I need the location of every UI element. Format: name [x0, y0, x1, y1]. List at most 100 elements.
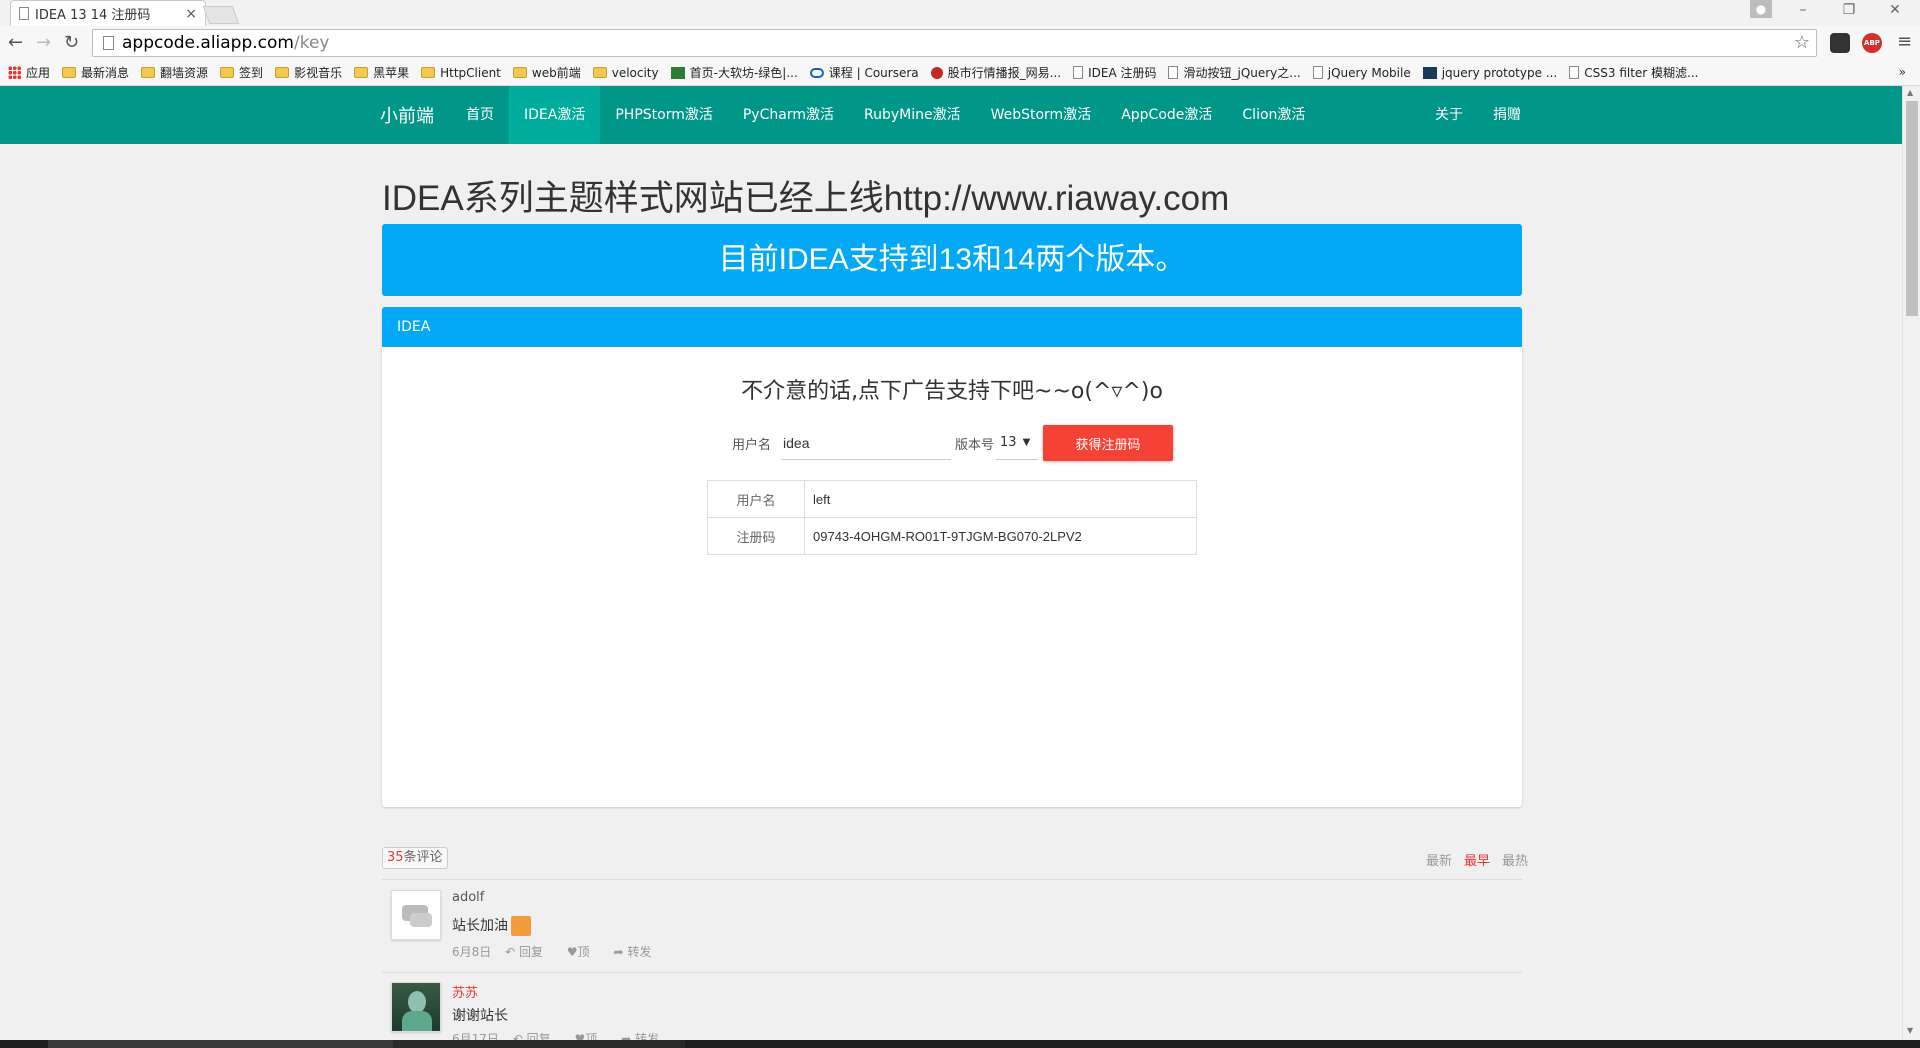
bookmark-item[interactable]: 影视音乐 — [275, 64, 342, 81]
taskbar — [0, 1040, 1920, 1048]
bookmark-item[interactable]: IDEA 注册码 — [1073, 64, 1156, 81]
avatar[interactable] — [391, 982, 441, 1032]
close-window-icon[interactable]: ✕ — [1880, 2, 1910, 22]
username-input[interactable] — [781, 426, 952, 460]
bookmark-label: 首页-大软坊-绿色|... — [689, 66, 798, 80]
table-row: 用户名 left — [707, 480, 1197, 518]
comment-text: 谢谢站长 — [452, 1008, 508, 1024]
bookmark-item[interactable]: web前端 — [512, 64, 581, 81]
nav-webstorm[interactable]: WebStorm激活 — [976, 86, 1107, 144]
nav-home[interactable]: 首页 — [451, 86, 509, 144]
nav-about[interactable]: 关于 — [1420, 86, 1478, 144]
bookmark-item[interactable]: velocity — [592, 66, 659, 80]
restore-icon[interactable]: ❐ — [1834, 2, 1864, 22]
bookmark-item[interactable]: 签到 — [220, 64, 263, 81]
share-link[interactable]: ➦ 转发 — [613, 945, 661, 959]
ad-support-text: 不介意的话,点下广告支持下吧~~o(^▿^)o — [741, 379, 1163, 404]
url-path: /key — [293, 33, 330, 53]
page-info-icon[interactable] — [103, 36, 114, 50]
browser-tab[interactable]: IDEA 13 14 注册码 × — [10, 0, 206, 26]
site-icon — [670, 66, 685, 79]
sort-oldest[interactable]: 最早 — [1464, 850, 1490, 869]
bookmark-label: 签到 — [239, 66, 264, 80]
extension-icon[interactable] — [1830, 33, 1850, 53]
nav-idea[interactable]: IDEA激活 — [509, 86, 601, 144]
nav-donate[interactable]: 捐赠 — [1478, 86, 1536, 144]
bookmark-label: IDEA 注册码 — [1088, 66, 1157, 80]
like-link[interactable]: ♥顶 — [567, 945, 600, 959]
bookmark-item[interactable]: 课程 | Coursera — [809, 64, 919, 81]
browser-tabbar: IDEA 13 14 注册码 × ● – ❐ ✕ — [0, 0, 1920, 26]
folder-icon — [220, 67, 235, 78]
folder-icon — [512, 67, 527, 78]
url-host: appcode.aliapp.com — [122, 33, 294, 53]
nav-rubymine[interactable]: RubyMine激活 — [849, 86, 976, 144]
folder-icon — [354, 67, 369, 78]
folder-icon — [421, 67, 436, 78]
version-banner: 目前IDEA支持到13和14两个版本。 — [382, 224, 1522, 296]
bookmark-item[interactable]: 滑动按钮_jQuery之... — [1168, 64, 1301, 81]
sort-hottest[interactable]: 最热 — [1502, 850, 1528, 869]
comment-body: 站长加油 — [452, 918, 508, 934]
bookmark-item[interactable]: 黑苹果 — [354, 64, 409, 81]
bookmark-label: HttpClient — [440, 65, 501, 80]
bookmark-item[interactable]: CSS3 filter 模糊滤... — [1569, 64, 1699, 81]
site-brand[interactable]: 小前端 — [380, 102, 434, 128]
reply-link[interactable]: ↶ 回复 — [505, 945, 553, 959]
taskbar-item[interactable] — [393, 1040, 685, 1048]
bookmark-item[interactable]: jquery prototype ... — [1422, 66, 1557, 80]
taskbar-item[interactable] — [48, 1040, 393, 1048]
address-bar[interactable]: appcode.aliapp.com/key ☆ — [92, 29, 1817, 57]
comment-user[interactable]: adolf — [452, 890, 484, 905]
username-label: 用户名 — [732, 437, 772, 453]
scroll-up-icon[interactable]: ▲ — [1907, 88, 1913, 97]
get-key-button[interactable]: 获得注册码 — [1043, 425, 1174, 461]
bookmark-item[interactable]: 最新消息 — [62, 64, 129, 81]
sort-newest[interactable]: 最新 — [1426, 850, 1452, 869]
table-row: 注册码 09743-4OHGM-RO01T-9TJGM-BG070-2LPV2 — [707, 517, 1197, 555]
nav-clion[interactable]: Clion激活 — [1227, 86, 1320, 144]
share-label: 转发 — [627, 945, 652, 959]
avatar[interactable] — [391, 890, 441, 940]
reply-label: 回复 — [518, 945, 543, 959]
bookmark-item[interactable]: jQuery Mobile — [1312, 66, 1411, 80]
page-headline: IDEA系列主题样式网站已经上线http://www.riaway.com — [382, 179, 1230, 218]
adblock-icon[interactable]: ABP — [1862, 33, 1882, 53]
minimize-icon[interactable]: – — [1788, 2, 1818, 22]
bookmarks-more-icon[interactable]: » — [1899, 65, 1906, 79]
bookmark-item[interactable]: 股市行情播报_网易... — [930, 64, 1061, 81]
bookmark-label: 黑苹果 — [373, 66, 410, 80]
bookmark-item[interactable]: 首页-大软坊-绿色|... — [670, 64, 798, 81]
scrollbar-thumb[interactable] — [1906, 101, 1918, 316]
bookmark-label: 影视音乐 — [294, 66, 343, 80]
page-scrollbar[interactable]: ▲ ▼ — [1902, 86, 1920, 1040]
bookmark-label: 滑动按钮_jQuery之... — [1183, 66, 1301, 80]
comment-user[interactable]: 苏苏 — [452, 982, 478, 1001]
version-value: 13 — [1000, 435, 1017, 450]
reload-icon[interactable]: ↻ — [64, 32, 79, 53]
nav-pycharm[interactable]: PyCharm激活 — [728, 86, 849, 144]
profile-icon[interactable]: ● — [1750, 0, 1772, 18]
comment-count-badge: 35条评论 — [382, 847, 448, 869]
result-key: 注册码 — [707, 517, 805, 555]
new-tab-button[interactable] — [202, 6, 240, 24]
bookmark-star-icon[interactable]: ☆ — [1794, 32, 1810, 53]
forward-icon[interactable]: → — [36, 32, 51, 53]
bookmark-item[interactable]: 翻墙资源 — [141, 64, 208, 81]
result-table: 用户名 left 注册码 09743-4OHGM-RO01T-9TJGM-BG0… — [707, 480, 1197, 555]
back-icon[interactable]: ← — [8, 32, 23, 53]
nav-phpstorm[interactable]: PHPStorm激活 — [600, 86, 728, 144]
scroll-down-icon[interactable]: ▼ — [1907, 1026, 1913, 1035]
page-icon — [1168, 66, 1179, 79]
bookmark-label: 最新消息 — [81, 66, 130, 80]
like-label: 顶 — [577, 945, 590, 959]
menu-icon[interactable]: ≡ — [1897, 31, 1912, 52]
comment-sort-tabs: 最新 最早 最热 — [1414, 850, 1528, 869]
version-select[interactable]: 13 ▼ — [996, 426, 1039, 460]
bookmark-item[interactable]: 应用 — [8, 64, 50, 81]
page-icon — [1569, 66, 1580, 79]
close-tab-icon[interactable]: × — [185, 6, 197, 22]
chevron-down-icon: ▼ — [1022, 437, 1031, 448]
nav-appcode[interactable]: AppCode激活 — [1106, 86, 1227, 144]
bookmark-item[interactable]: HttpClient — [421, 66, 501, 80]
